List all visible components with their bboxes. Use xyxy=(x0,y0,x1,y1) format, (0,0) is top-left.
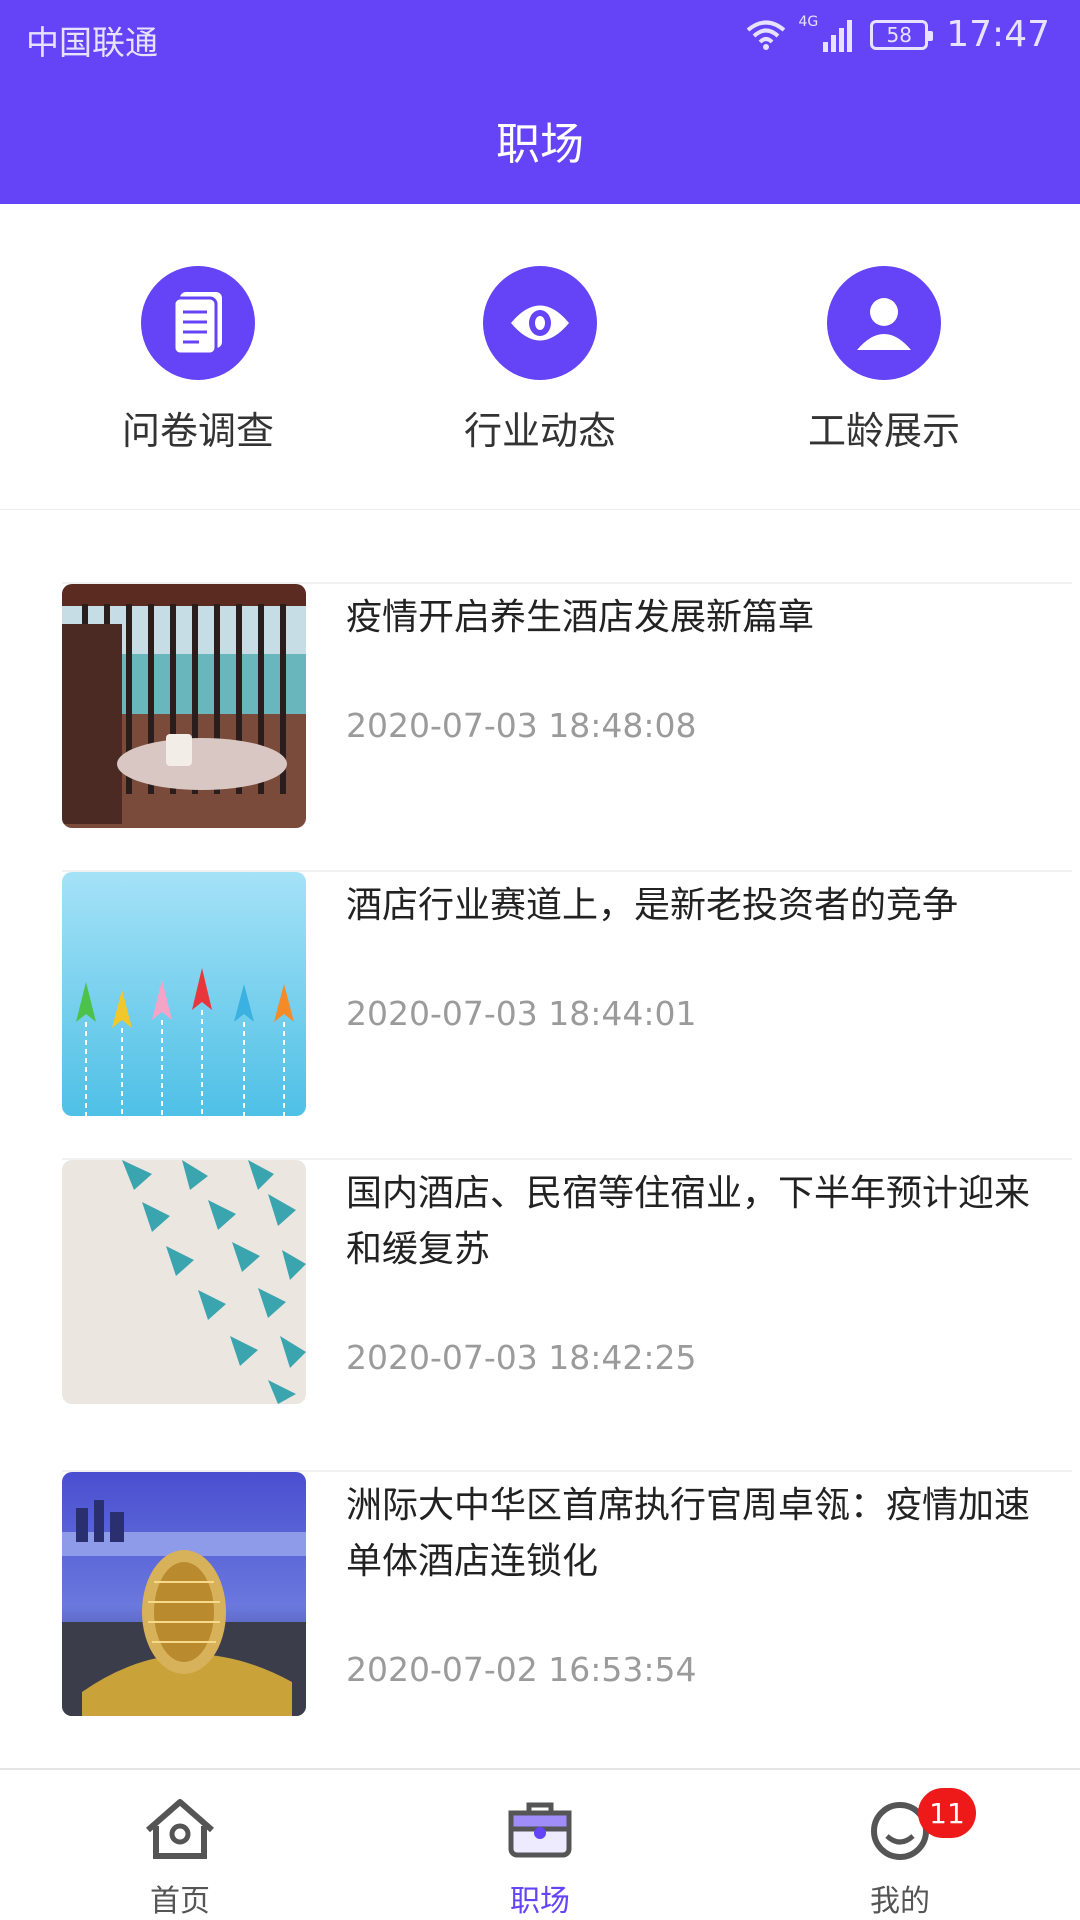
wifi-icon xyxy=(747,20,786,50)
article-date: 2020-07-03 18:48:08 xyxy=(346,706,697,745)
shortcut-industry-news[interactable]: 行业动态 xyxy=(410,266,670,455)
article-title: 疫情开启养生酒店发展新篇章 xyxy=(346,597,815,638)
article-date: 2020-07-02 16:53:54 xyxy=(346,1650,697,1689)
tab-label: 首页 xyxy=(150,1884,210,1919)
briefcase-icon xyxy=(460,1784,620,1874)
article-thumbnail xyxy=(62,1472,306,1716)
shortcut-label: 工龄展示 xyxy=(807,409,960,453)
battery-level: 58 xyxy=(886,22,912,47)
tab-label: 我的 xyxy=(870,1884,930,1919)
eye-icon xyxy=(483,266,597,380)
article-title: 国内酒店、民宿等住宿业，下半年预计迎来和缓复苏 xyxy=(346,1173,1031,1270)
article-thumbnail xyxy=(62,872,306,1116)
shortcut-row: 问卷调查 行业动态 工龄展示 xyxy=(0,204,1080,510)
shortcut-label: 问卷调查 xyxy=(121,409,274,453)
document-icon xyxy=(141,266,255,380)
article-thumbnail xyxy=(62,1160,306,1404)
carrier-name: 中国联通 xyxy=(26,23,158,62)
article-title: 酒店行业赛道上，是新老投资者的竞争 xyxy=(346,885,959,926)
person-icon xyxy=(827,266,941,380)
clock: 17:47 xyxy=(946,14,1050,55)
list-item[interactable]: 国内酒店、民宿等住宿业，下半年预计迎来和缓复苏 2020-07-03 18:42… xyxy=(62,1158,1072,1404)
tab-home[interactable]: 首页 xyxy=(100,1784,260,1920)
article-date: 2020-07-03 18:42:25 xyxy=(346,1338,697,1377)
network-type: 4G xyxy=(798,14,819,30)
bottom-tab-bar: 首页 职场 11 我的 xyxy=(0,1768,1080,1920)
app-header: 中国联通 4G 58 17:47 职场 xyxy=(0,0,1080,204)
list-item[interactable]: 洲际大中华区首席执行官周卓瓴：疫情加速单体酒店连锁化 2020-07-02 16… xyxy=(62,1470,1072,1716)
article-title: 洲际大中华区首席执行官周卓瓴：疫情加速单体酒店连锁化 xyxy=(346,1485,1031,1582)
tab-label: 职场 xyxy=(510,1884,570,1919)
shortcut-survey[interactable]: 问卷调查 xyxy=(68,266,328,455)
list-item[interactable]: 疫情开启养生酒店发展新篇章 2020-07-03 18:48:08 xyxy=(62,582,1072,828)
article-thumbnail xyxy=(62,584,306,828)
battery-icon: 58 xyxy=(870,19,934,50)
notification-badge: 11 xyxy=(918,1788,976,1838)
article-date: 2020-07-03 18:44:01 xyxy=(346,994,697,1033)
tab-workplace[interactable]: 职场 xyxy=(460,1784,620,1920)
home-icon xyxy=(100,1784,260,1874)
status-bar: 中国联通 4G 58 17:47 xyxy=(0,0,1080,76)
page-title: 职场 xyxy=(496,119,584,170)
shortcut-seniority[interactable]: 工龄展示 xyxy=(754,266,1014,455)
signal-icon xyxy=(823,19,853,52)
list-item[interactable]: 酒店行业赛道上，是新老投资者的竞争 2020-07-03 18:44:01 xyxy=(62,870,1072,1116)
status-icons: 4G 58 17:47 xyxy=(746,14,1050,55)
shortcut-label: 行业动态 xyxy=(463,409,616,453)
tab-mine[interactable]: 11 我的 xyxy=(820,1784,980,1920)
